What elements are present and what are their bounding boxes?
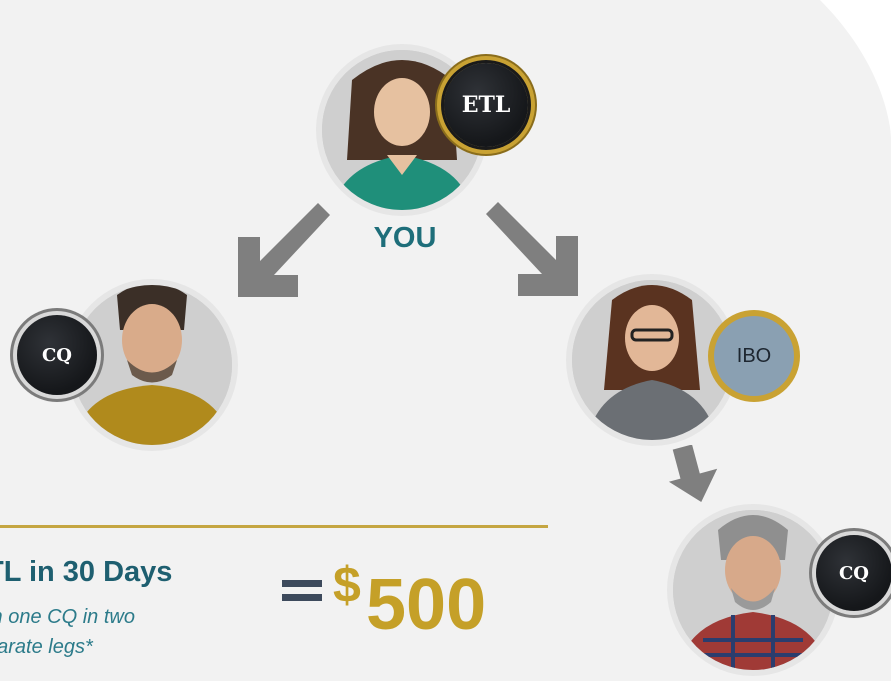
you-label: YOU: [373, 222, 437, 254]
left-portrait: [72, 285, 232, 445]
right-portrait: [572, 280, 732, 440]
bottom-cq-badge-label: CQ: [838, 562, 869, 584]
ibo-badge: IBO: [714, 316, 794, 396]
bottom-cq-badge: CQ: [816, 535, 891, 611]
equals-icon: [282, 568, 322, 608]
currency-symbol: $: [333, 557, 361, 613]
arrow-down-right-icon: [486, 202, 578, 296]
reward-amount: 500: [366, 565, 487, 645]
ibo-badge-label: IBO: [736, 344, 772, 367]
arrow-down-left-icon: [238, 203, 330, 297]
arrow-down-icon: [668, 445, 718, 503]
bottom-portrait: [673, 510, 833, 670]
divider-line: [0, 525, 548, 528]
promo-title: TL in 30 Days: [0, 556, 173, 588]
left-cq-badge-label: CQ: [41, 344, 72, 366]
etl-badge: ETL: [444, 63, 528, 147]
etl-badge-label: ETL: [461, 92, 511, 118]
promo-subtitle: th one CQ in two parate legs*: [0, 606, 135, 658]
left-cq-badge: CQ: [17, 315, 97, 395]
